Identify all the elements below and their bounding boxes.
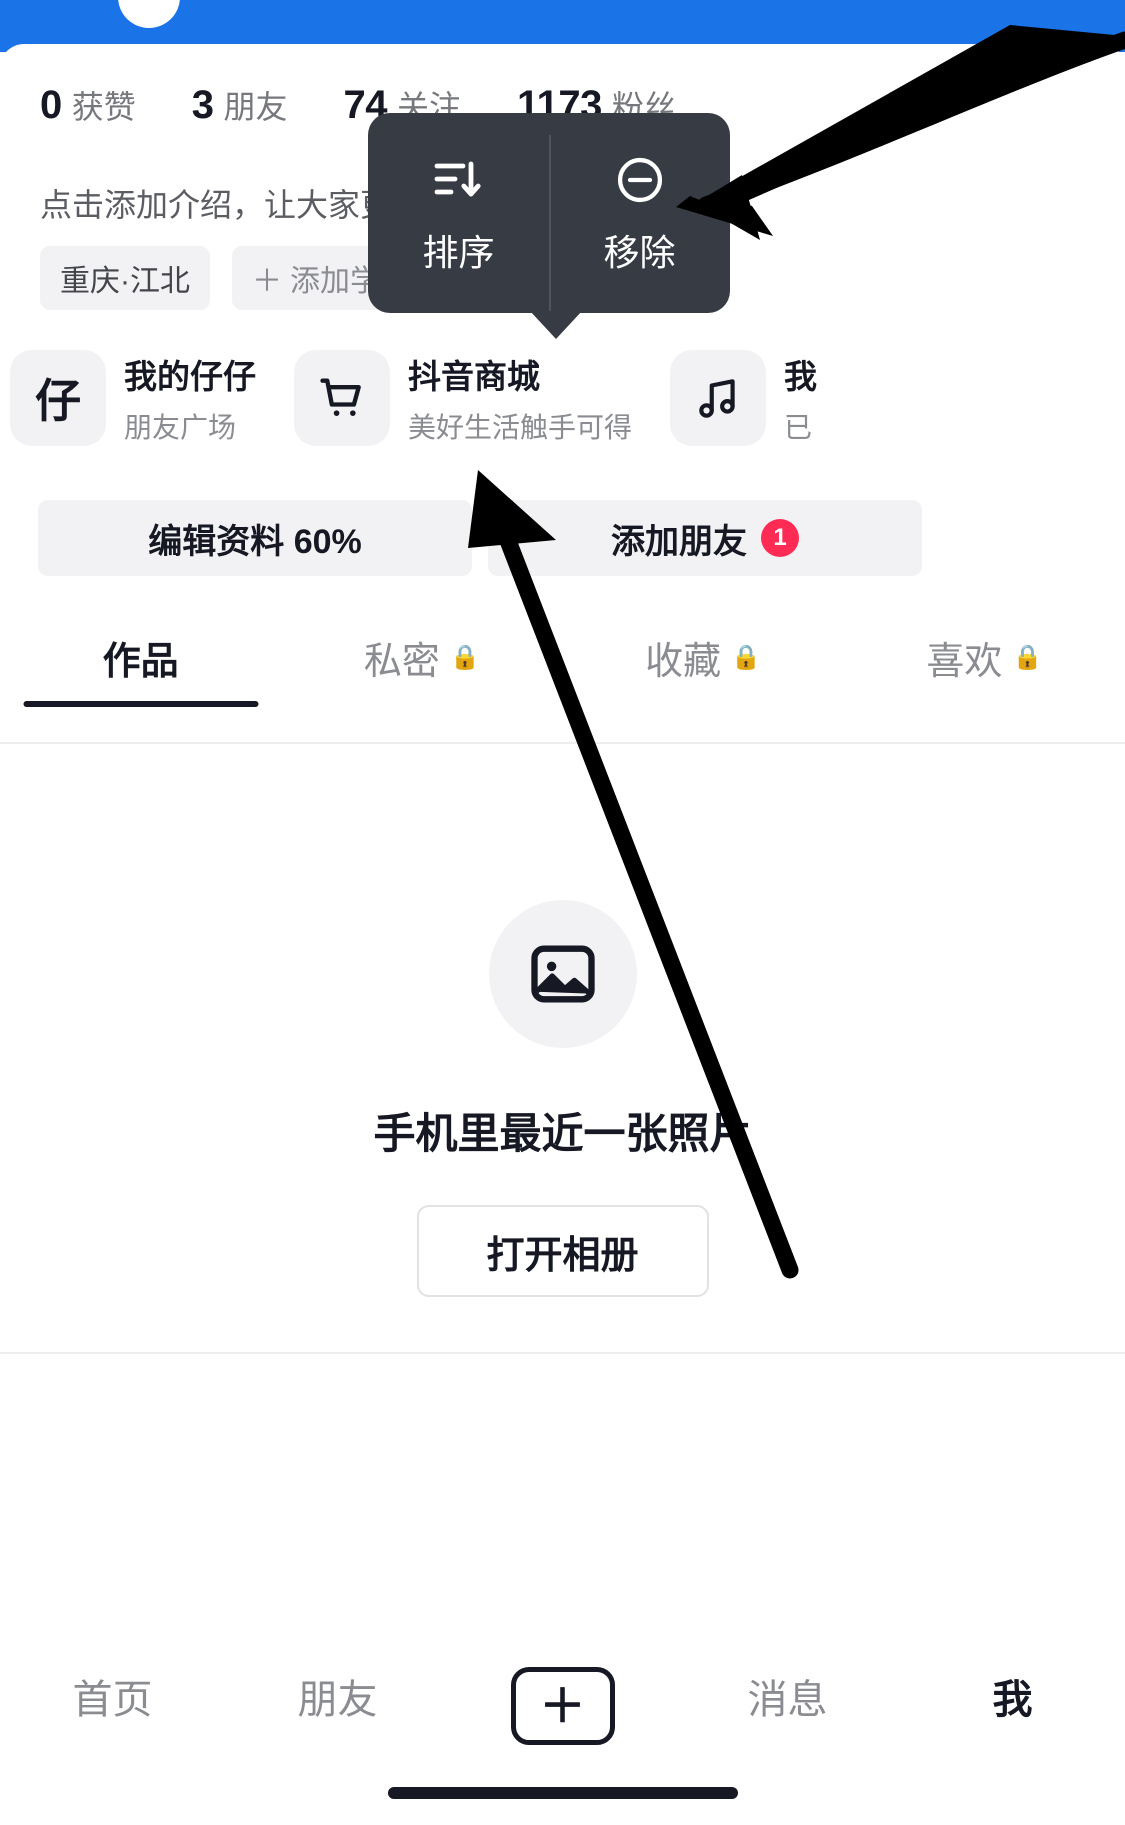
- shortcut-my-zaizai[interactable]: 仔 我的仔仔 朋友广场: [10, 350, 256, 446]
- plus-glyph: ＋: [539, 1680, 586, 1732]
- tag-location[interactable]: 重庆·江北: [40, 246, 210, 310]
- stat-friends[interactable]: 3 朋友: [192, 82, 288, 128]
- shortcut-music[interactable]: 我 已: [670, 350, 817, 446]
- tab-label: 收藏: [645, 641, 722, 683]
- app-shortcuts-row: 仔 我的仔仔 朋友广场 抖音商城 美好生活触手可得 我 已: [10, 350, 855, 446]
- home-indicator: [387, 1787, 738, 1799]
- nav-item-create[interactable]: ＋: [450, 1667, 675, 1745]
- shortcut-subtitle: 美好生活触手可得: [408, 412, 633, 443]
- bottom-nav-divider: [0, 1352, 1125, 1354]
- content-tabs: 作品 私密 🔒 收藏 🔒 喜欢 🔒: [0, 630, 1125, 707]
- tab-label: 作品: [102, 641, 179, 683]
- nav-item-messages[interactable]: 消息: [675, 1667, 900, 1725]
- status-badge: 1: [761, 519, 799, 557]
- empty-state: 手机里最近一张照片 打开相册: [0, 900, 1125, 1297]
- tooltip-label: 排序: [422, 232, 495, 273]
- tab-label: 喜欢: [926, 641, 1003, 683]
- nav-label: 我: [992, 1678, 1033, 1722]
- lock-icon: 🔒: [449, 644, 480, 671]
- nav-label: 消息: [747, 1678, 828, 1722]
- tab-active-underline: [23, 701, 259, 707]
- nav-label: 首页: [72, 1678, 153, 1722]
- music-note-icon: [670, 350, 767, 446]
- tooltip-label: 移除: [603, 232, 676, 273]
- open-album-label: 打开相册: [486, 1234, 639, 1277]
- tab-label: 私密: [363, 641, 440, 683]
- stat-value: 0: [40, 83, 62, 127]
- avatar[interactable]: [118, 0, 180, 28]
- lock-icon: 🔒: [731, 644, 762, 671]
- shortcut-subtitle: 朋友广场: [124, 412, 237, 443]
- open-album-button[interactable]: 打开相册: [416, 1205, 709, 1297]
- phone-screen: 0 获赞 3 朋友 74 关注 1173 粉丝 点击添加介绍，让大家更了解你 重…: [0, 0, 1125, 1825]
- tooltip-divider: [549, 135, 551, 391]
- add-friend-button[interactable]: 添加朋友 1: [488, 500, 922, 576]
- zaizai-glyph: 仔: [35, 375, 81, 427]
- shortcut-title: 我: [784, 358, 818, 395]
- stat-label: 朋友: [223, 89, 288, 125]
- shortcut-douyin-mall[interactable]: 抖音商城 美好生活触手可得: [294, 350, 632, 446]
- stat-likes[interactable]: 0 获赞: [40, 82, 136, 128]
- tabs-divider: [0, 742, 1125, 744]
- add-friend-label: 添加朋友: [611, 522, 747, 561]
- stat-label: 获赞: [71, 89, 136, 125]
- empty-state-caption: 手机里最近一张照片: [373, 1110, 752, 1157]
- shortcut-title: 抖音商城: [408, 358, 540, 395]
- context-tooltip: 排序 移除: [368, 113, 730, 391]
- shortcut-title: 我的仔仔: [124, 358, 256, 395]
- tooltip-remove-button[interactable]: 移除: [549, 113, 730, 313]
- tab-favorites[interactable]: 收藏 🔒: [563, 630, 844, 707]
- edit-profile-button[interactable]: 编辑资料 60%: [38, 500, 472, 576]
- stat-value: 3: [191, 83, 214, 127]
- nav-item-home[interactable]: 首页: [0, 1667, 225, 1725]
- nav-item-me[interactable]: 我: [900, 1667, 1125, 1725]
- sort-icon: [433, 150, 485, 210]
- bottom-nav: 首页 朋友 ＋ 消息 我: [0, 1625, 1125, 1825]
- profile-actions: 编辑资料 60% 添加朋友 1: [38, 500, 922, 576]
- tooltip-sort-button[interactable]: 排序: [368, 113, 549, 313]
- edit-profile-label: 编辑资料 60%: [148, 522, 362, 561]
- shortcut-subtitle: 已: [784, 412, 813, 443]
- tooltip-pointer: [530, 311, 582, 339]
- plus-icon: ＋: [252, 265, 282, 298]
- plus-icon[interactable]: ＋: [510, 1667, 615, 1745]
- nav-label: 朋友: [297, 1678, 378, 1722]
- zaizai-icon: 仔: [10, 350, 106, 446]
- tab-likes[interactable]: 喜欢 🔒: [844, 630, 1125, 707]
- tab-private[interactable]: 私密 🔒: [281, 630, 562, 707]
- shopping-cart-icon: [294, 350, 390, 446]
- minus-circle-icon: [614, 150, 666, 210]
- lock-icon: 🔒: [1012, 644, 1043, 671]
- photo-icon: [488, 900, 637, 1048]
- nav-item-friends[interactable]: 朋友: [225, 1667, 450, 1725]
- tab-works[interactable]: 作品: [0, 630, 281, 707]
